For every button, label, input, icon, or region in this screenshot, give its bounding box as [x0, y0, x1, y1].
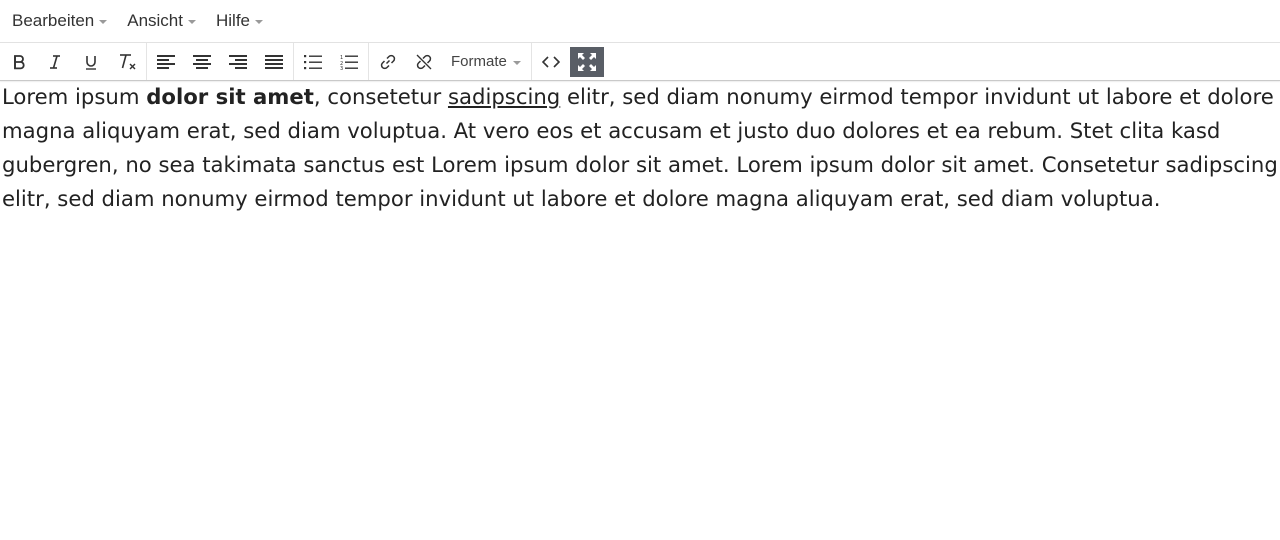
align-center-button[interactable]: [185, 47, 219, 77]
italic-icon: [50, 54, 60, 69]
list-group: 1 2 3: [294, 43, 369, 80]
text-segment: Lorem ipsum: [2, 84, 147, 109]
align-left-icon: [157, 54, 175, 69]
chevron-down-icon: [512, 60, 521, 65]
italic-button[interactable]: [38, 47, 72, 77]
align-justify-button[interactable]: [257, 47, 291, 77]
align-right-icon: [229, 54, 247, 69]
bold-button[interactable]: [2, 47, 36, 77]
formats-dropdown[interactable]: Formate: [443, 47, 529, 77]
clear-formatting-icon: [120, 53, 136, 69]
code-icon: [541, 55, 560, 68]
svg-text:3: 3: [340, 66, 343, 70]
align-left-button[interactable]: [149, 47, 183, 77]
menu-hilfe[interactable]: Hilfe: [206, 6, 273, 36]
link-group: Formate: [369, 43, 532, 80]
source-code-button[interactable]: [534, 47, 568, 77]
alignment-group: [147, 43, 294, 80]
text-segment: , consetetur: [313, 84, 448, 109]
fullscreen-button[interactable]: [569, 46, 604, 77]
numbered-list-icon: 1 2 3: [340, 55, 358, 70]
align-right-button[interactable]: [221, 47, 255, 77]
underline-icon: [86, 55, 96, 70]
chevron-down-icon: [255, 20, 263, 24]
view-group: [532, 43, 606, 80]
menu-bearbeiten-label: Bearbeiten: [12, 11, 95, 30]
numbered-list-button[interactable]: 1 2 3: [332, 47, 366, 77]
unlink-button[interactable]: [407, 47, 441, 77]
align-justify-icon: [265, 54, 283, 69]
bullet-list-icon: [304, 54, 322, 69]
menu-ansicht[interactable]: Ansicht: [117, 6, 206, 36]
formats-label: Formate: [451, 53, 507, 70]
menu-bearbeiten[interactable]: Bearbeiten: [2, 6, 117, 36]
clear-formatting-button[interactable]: [110, 47, 144, 77]
underline-button[interactable]: [74, 47, 108, 77]
chevron-down-icon: [187, 20, 196, 24]
format-group: [0, 43, 147, 80]
unlink-icon: [416, 54, 432, 69]
menu-hilfe-label: Hilfe: [215, 11, 250, 30]
link-icon: [380, 54, 396, 69]
bold-text: dolor sit amet: [146, 84, 314, 109]
link-button[interactable]: [371, 47, 405, 77]
menubar: Bearbeiten Ansicht Hilfe: [0, 0, 1280, 43]
menu-ansicht-label: Ansicht: [127, 11, 183, 30]
toolbar: 1 2 3 Formate: [0, 43, 1280, 81]
bold-icon: [14, 54, 25, 69]
align-center-icon: [193, 54, 211, 69]
underlined-text: sadipscing: [447, 84, 561, 109]
editor-paragraph: Lorem ipsum dolor sit amet, consetetur s…: [2, 80, 1278, 216]
chevron-down-icon: [99, 20, 108, 24]
bullet-list-button[interactable]: [296, 47, 330, 77]
fullscreen-icon: [577, 52, 596, 71]
editor-content[interactable]: Lorem ipsum dolor sit amet, consetetur s…: [2, 80, 1278, 216]
